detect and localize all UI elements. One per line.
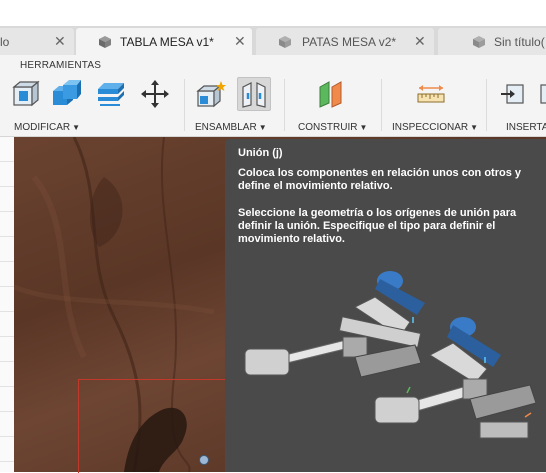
new-component-button[interactable] — [194, 77, 228, 111]
canvas-grid-strip — [0, 137, 14, 472]
shell-icon — [98, 83, 124, 106]
workspace-mode-label: HERRAMIENTAS — [20, 60, 102, 71]
tab-label: TABLA MESA v1* — [120, 35, 214, 49]
group-divider — [381, 79, 382, 131]
press-pull-button[interactable] — [8, 77, 42, 111]
caret-down-icon: ▼ — [470, 123, 479, 132]
modificar-menu[interactable]: MODIFICAR ▼ — [14, 122, 80, 133]
joint-button[interactable] — [237, 77, 271, 111]
inspeccionar-menu[interactable]: INSPECCIONAR ▼ — [392, 122, 478, 133]
group-label-text: ENSAMBLAR — [195, 122, 257, 133]
close-icon[interactable]: ✕ — [414, 33, 426, 50]
tab-label: Sin título( — [494, 35, 545, 49]
construir-menu[interactable]: CONSTRUIR ▼ — [298, 122, 367, 133]
tab-previous-document[interactable]: lo ✕ — [0, 28, 74, 55]
insert-derive-button[interactable] — [496, 77, 530, 111]
group-label-text: INSPECCIONAR — [392, 122, 469, 133]
insert-mesh-button[interactable] — [532, 77, 546, 111]
ensamblar-menu[interactable]: ENSAMBLAR ▼ — [195, 122, 267, 133]
tab-label: PATAS MESA v2* — [302, 35, 397, 49]
tooltip-instructions: Seleccione la geometría o los orígenes d… — [238, 207, 517, 245]
group-divider — [486, 79, 487, 131]
group-label-text: INSERTA — [506, 122, 546, 133]
tooltip-title: Unión (j) — [238, 147, 283, 159]
move-arrows-icon — [141, 80, 169, 108]
press-pull-icon — [12, 80, 40, 107]
tab-sin-titulo[interactable]: Sin título( — [438, 28, 546, 55]
component-cube-icon — [473, 36, 485, 48]
tab-label: lo — [0, 35, 10, 49]
close-icon[interactable]: ✕ — [54, 33, 66, 50]
group-divider — [284, 79, 285, 131]
offset-plane-icon — [319, 81, 342, 108]
tab-tabla-mesa[interactable]: TABLA MESA v1* ✕ — [76, 28, 252, 55]
clamp-left-illustration — [244, 271, 425, 378]
fillet-button[interactable] — [50, 77, 84, 111]
fillet-icon — [53, 80, 81, 105]
shell-button[interactable] — [94, 77, 128, 111]
caret-down-icon: ▼ — [359, 123, 368, 132]
insert-derive-icon — [501, 84, 524, 104]
joint-origin-marker[interactable] — [199, 455, 209, 465]
close-icon[interactable]: ✕ — [234, 33, 246, 50]
ribbon-toolbar: HERRAMIENTAS MODIFICAR ▼ ENSAMBLAR ▼ CON… — [0, 55, 546, 137]
toggle-clamp-illustration — [244, 271, 537, 439]
insert-mesh-icon — [540, 84, 546, 104]
measure-button[interactable] — [414, 77, 448, 111]
caret-down-icon: ▼ — [72, 123, 81, 132]
group-label-text: MODIFICAR — [14, 122, 71, 133]
document-tab-bar: lo ✕ TABLA MESA v1* ✕ PATAS MESA v2* ✕ S… — [0, 26, 546, 55]
group-label-text: CONSTRUIR — [298, 122, 358, 133]
caret-down-icon: ▼ — [258, 123, 267, 132]
insertar-menu[interactable]: INSERTA — [506, 122, 546, 133]
offset-plane-button[interactable] — [314, 77, 348, 111]
joint-tooltip: Unión (j) Coloca los componentes en rela… — [225, 139, 546, 472]
tab-patas-mesa[interactable]: PATAS MESA v2* ✕ — [256, 28, 434, 55]
joint-icon — [242, 82, 266, 108]
group-divider — [184, 79, 185, 131]
component-cube-icon — [279, 36, 291, 48]
move-button[interactable] — [138, 77, 172, 111]
measure-ruler-icon — [417, 85, 445, 103]
tooltip-description: Coloca los componentes en relación unos … — [238, 167, 521, 192]
new-component-icon — [196, 81, 226, 108]
component-cube-icon — [99, 36, 111, 48]
